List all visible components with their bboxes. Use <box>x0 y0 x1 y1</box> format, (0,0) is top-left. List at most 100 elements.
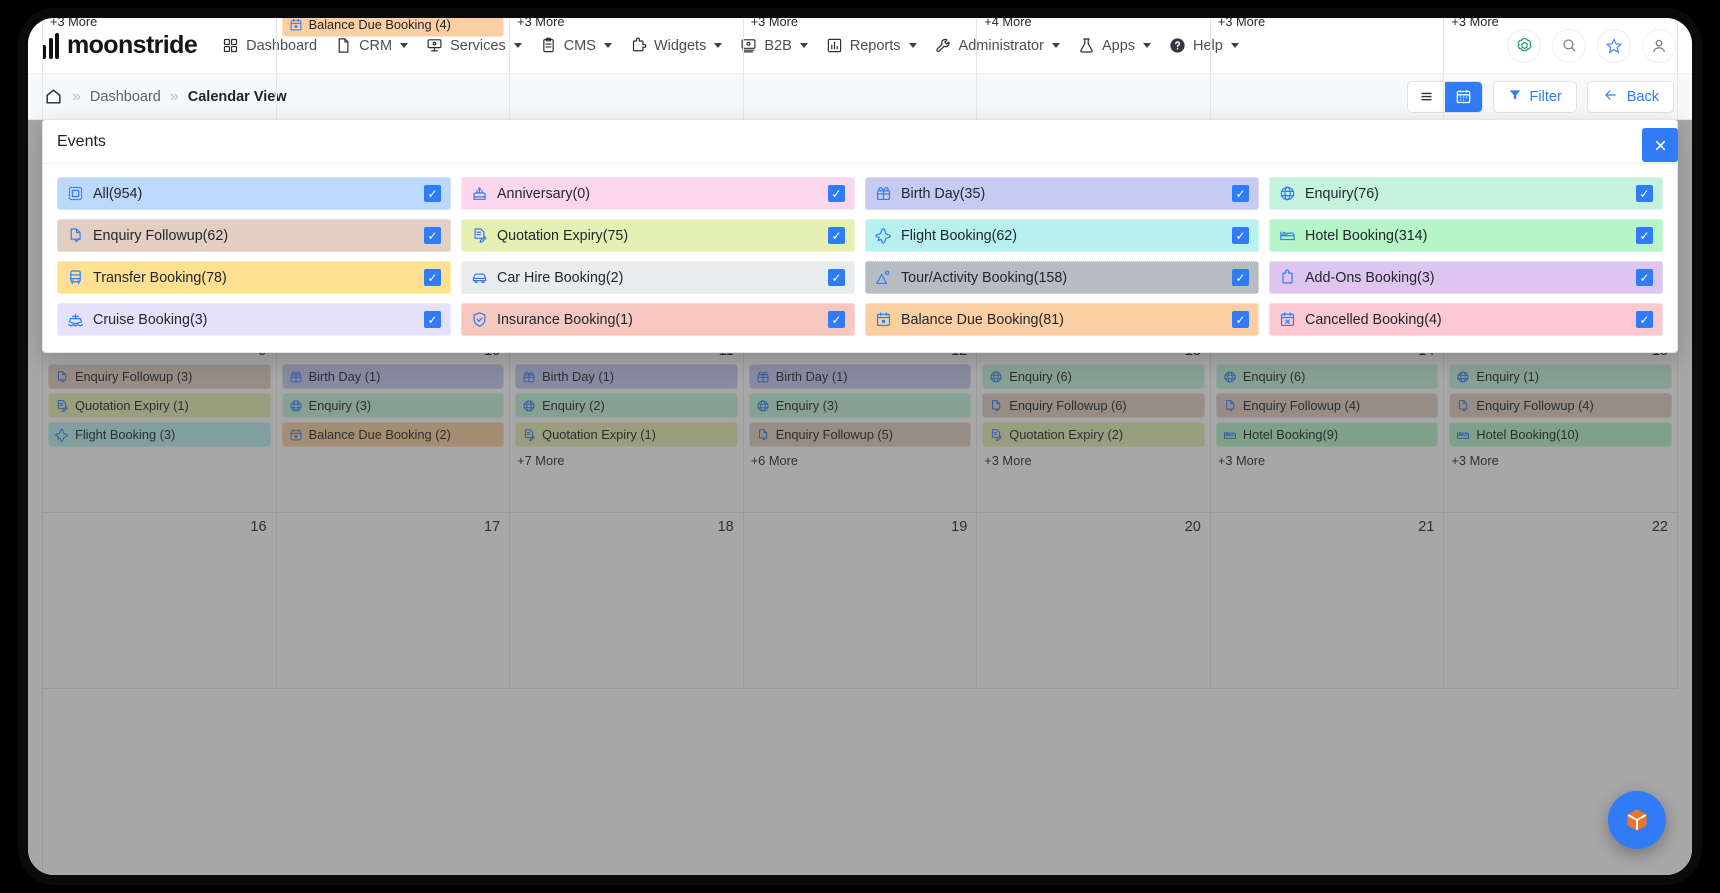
calendar-day-cell[interactable]: 17 <box>276 513 511 689</box>
calendar-event[interactable]: Enquiry (6) <box>982 364 1205 389</box>
doc-edit-icon <box>471 227 488 244</box>
event-filter-checkbox[interactable]: ✓ <box>424 227 441 244</box>
event-filter-chip[interactable]: Transfer Booking(78) ✓ <box>57 261 451 294</box>
calendar-event-label: Hotel Booking(9) <box>1242 427 1339 442</box>
calendar-event[interactable]: Enquiry (2) <box>515 393 738 418</box>
event-filter-checkbox[interactable]: ✓ <box>1232 227 1249 244</box>
event-filter-chip[interactable]: Insurance Booking(1) ✓ <box>461 303 855 336</box>
event-filter-checkbox[interactable]: ✓ <box>1232 269 1249 286</box>
cube-icon[interactable] <box>1608 791 1666 849</box>
more-events-link[interactable]: +4 More <box>982 18 1205 31</box>
calendar-event[interactable]: Birth Day (1) <box>748 364 972 389</box>
close-icon[interactable] <box>1642 128 1678 162</box>
calendar-event[interactable]: Enquiry Followup (4) <box>1215 393 1439 418</box>
event-filter-chip[interactable]: Car Hire Booking(2) ✓ <box>461 261 855 294</box>
calendar-event-label: Enquiry (1) <box>1476 369 1540 384</box>
more-events-link[interactable]: +3 More <box>1449 451 1672 470</box>
puzzle-piece-icon <box>1279 269 1296 286</box>
calendar-day-cell[interactable]: 9Enquiry Followup (3)Quotation Expiry (1… <box>43 337 277 513</box>
event-filter-checkbox[interactable]: ✓ <box>1636 227 1653 244</box>
event-type-filter-list: All(954) ✓ Anniversary(0) ✓ Birth Day(35) ✓ En… <box>43 164 1677 352</box>
event-filter-chip[interactable]: Flight Booking(62) ✓ <box>865 219 1259 252</box>
calendar-day-cell[interactable]: 12Birth Day (1)Enquiry (3)Enquiry Follow… <box>743 337 978 513</box>
more-events-link[interactable]: +3 More <box>982 451 1205 470</box>
event-filter-chip[interactable]: Enquiry(76) ✓ <box>1269 177 1663 210</box>
calendar-event[interactable]: Flight Booking (3) <box>48 422 271 447</box>
calendar-event[interactable]: Quotation Expiry (2) <box>982 422 1205 447</box>
calendar-event[interactable]: Hotel Booking(9) <box>1215 422 1439 447</box>
calendar-day-cell[interactable]: 19 <box>743 513 978 689</box>
calendar-day-cell[interactable]: 13Enquiry (6)Enquiry Followup (6)Quotati… <box>977 337 1211 513</box>
event-filter-checkbox[interactable]: ✓ <box>828 269 845 286</box>
calendar-event[interactable]: Enquiry (3) <box>748 393 972 418</box>
event-filter-chip[interactable]: Cruise Booking(3) ✓ <box>57 303 451 336</box>
events-dialog-header: Events <box>43 120 1678 164</box>
event-filter-chip[interactable]: Hotel Booking(314) ✓ <box>1269 219 1663 252</box>
event-filter-chip[interactable]: Anniversary(0) ✓ <box>461 177 855 210</box>
event-filter-label: Cancelled Booking(4) <box>1305 311 1442 328</box>
calendar-day-cell[interactable]: 15Enquiry (1)Enquiry Followup (4)Hotel B… <box>1444 337 1678 513</box>
calendar-event[interactable]: Birth Day (1) <box>515 364 738 389</box>
event-filter-chip[interactable]: Balance Due Booking(81) ✓ <box>865 303 1259 336</box>
event-filter-checkbox[interactable]: ✓ <box>828 227 845 244</box>
calendar-day-cell[interactable]: 16 <box>43 513 277 689</box>
doc-edit-icon <box>522 428 536 442</box>
more-events-link[interactable]: +6 More <box>749 451 972 470</box>
event-filter-chip[interactable]: Enquiry Followup(62) ✓ <box>57 219 451 252</box>
calendar-day-cell[interactable]: 14Enquiry (6)Enquiry Followup (4)Hotel B… <box>1210 337 1445 513</box>
event-filter-label: Balance Due Booking(81) <box>901 311 1064 328</box>
calendar-event[interactable]: Birth Day (1) <box>281 364 505 389</box>
calendar-due-icon <box>289 18 303 32</box>
calendar-event-label: Quotation Expiry (2) <box>1009 427 1124 442</box>
event-filter-chip[interactable]: Add-Ons Booking(3) ✓ <box>1269 261 1663 294</box>
more-events-link[interactable]: +3 More <box>749 18 972 31</box>
calendar-week-row: 9Enquiry Followup (3)Quotation Expiry (1… <box>43 337 1678 513</box>
more-events-link[interactable]: +7 More <box>515 451 738 470</box>
event-filter-checkbox[interactable]: ✓ <box>828 311 845 328</box>
event-filter-checkbox[interactable]: ✓ <box>424 185 441 202</box>
event-filter-checkbox[interactable]: ✓ <box>1636 311 1653 328</box>
calendar-day-cell[interactable]: 20 <box>977 513 1211 689</box>
event-filter-chip[interactable]: Cancelled Booking(4) ✓ <box>1269 303 1663 336</box>
event-filter-checkbox[interactable]: ✓ <box>1232 311 1249 328</box>
calendar-day-cell[interactable]: 11Birth Day (1)Enquiry (2)Quotation Expi… <box>510 337 744 513</box>
events-dialog: Events All(954) ✓ Anniversary(0) ✓ Birth Day… <box>42 119 1678 353</box>
more-events-link[interactable]: +3 More <box>48 18 271 31</box>
event-filter-checkbox[interactable]: ✓ <box>424 269 441 286</box>
calendar-day-cell[interactable]: 22 <box>1444 513 1678 689</box>
event-filter-checkbox[interactable]: ✓ <box>1636 185 1653 202</box>
event-filter-checkbox[interactable]: ✓ <box>424 311 441 328</box>
more-events-link[interactable]: +3 More <box>1216 18 1439 31</box>
event-filter-chip[interactable]: Tour/Activity Booking(158) ✓ <box>865 261 1259 294</box>
gift-icon <box>522 370 536 384</box>
more-events-link[interactable]: +3 More <box>1216 451 1439 470</box>
event-filter-checkbox[interactable]: ✓ <box>828 185 845 202</box>
event-filter-chip[interactable]: All(954) ✓ <box>57 177 451 210</box>
calendar-event[interactable]: Enquiry (3) <box>281 393 505 418</box>
event-filter-label: Anniversary(0) <box>497 185 590 202</box>
calendar-event[interactable]: Enquiry Followup (5) <box>748 422 972 447</box>
calendar-event[interactable]: Quotation Expiry (1) <box>515 422 738 447</box>
calendar-event[interactable]: Quotation Expiry (1) <box>48 393 271 418</box>
calendar-event[interactable]: Enquiry Followup (6) <box>982 393 1205 418</box>
event-filter-chip[interactable]: Birth Day(35) ✓ <box>865 177 1259 210</box>
event-filter-label: Flight Booking(62) <box>901 227 1018 244</box>
event-filter-label: Quotation Expiry(75) <box>497 227 629 244</box>
event-filter-checkbox[interactable]: ✓ <box>1232 185 1249 202</box>
calendar-event[interactable]: Enquiry (1) <box>1449 364 1672 389</box>
event-filter-chip[interactable]: Quotation Expiry(75) ✓ <box>461 219 855 252</box>
calendar-event[interactable]: Balance Due Booking (4) <box>281 18 505 37</box>
more-events-link[interactable]: +3 More <box>1449 18 1672 31</box>
doc-check-icon <box>989 399 1003 413</box>
calendar-event[interactable]: Enquiry (6) <box>1215 364 1439 389</box>
event-filter-checkbox[interactable]: ✓ <box>1636 269 1653 286</box>
calendar-day-cell[interactable]: 10Birth Day (1)Enquiry (3)Balance Due Bo… <box>276 337 511 513</box>
calendar-event[interactable]: Hotel Booking(10) <box>1449 422 1672 447</box>
calendar-day-cell[interactable]: 21 <box>1210 513 1445 689</box>
calendar-event[interactable]: Enquiry Followup (3) <box>48 364 271 389</box>
calendar-event[interactable]: Enquiry Followup (4) <box>1449 393 1672 418</box>
more-events-link[interactable]: +3 More <box>515 18 738 31</box>
calendar-day-cell[interactable]: 18 <box>510 513 744 689</box>
event-filter-label: Transfer Booking(78) <box>93 269 227 286</box>
calendar-event[interactable]: Balance Due Booking (2) <box>281 422 505 447</box>
